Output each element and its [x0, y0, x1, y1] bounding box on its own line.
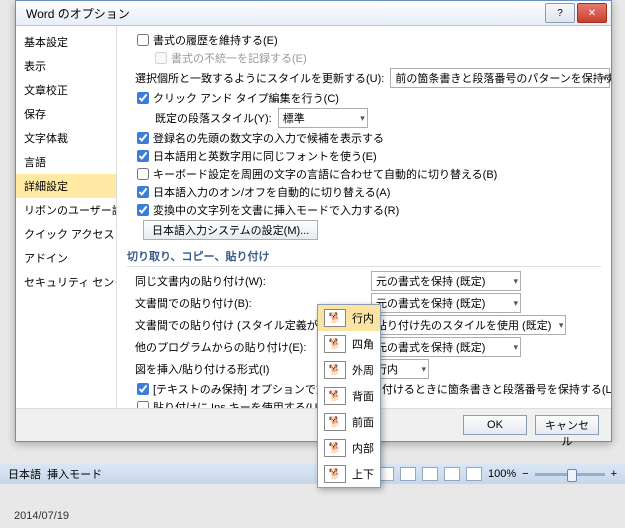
view-icon-2[interactable]: [400, 467, 416, 481]
sidebar-item-qat[interactable]: クイック アクセス ツール バー: [16, 222, 116, 246]
status-mode[interactable]: 挿入モード: [47, 466, 102, 482]
cancel-button[interactable]: キャンセル: [535, 415, 599, 435]
help-button[interactable]: ?: [545, 3, 575, 23]
wrap-icon-square: 🐕: [324, 335, 346, 353]
sidebar-item-typography[interactable]: 文字体裁: [16, 126, 116, 150]
sidebar-item-proofing[interactable]: 文章校正: [16, 78, 116, 102]
wrap-option-behind[interactable]: 🐕背面: [318, 383, 380, 409]
sidebar-item-language[interactable]: 言語: [16, 150, 116, 174]
sel-same-doc[interactable]: 元の書式を保持 (既定): [371, 271, 521, 291]
chk-same-font[interactable]: [137, 150, 149, 162]
wrap-option-tight[interactable]: 🐕外周: [318, 357, 380, 383]
chk-ime-insert[interactable]: [137, 204, 149, 216]
section-paste-title: 切り取り、コピー、貼り付け: [127, 248, 601, 267]
lbl-ins-key: 貼り付けに Ins キーを使用する(U): [153, 399, 321, 408]
chk-keep-history[interactable]: [137, 34, 149, 46]
sidebar-item-trust[interactable]: セキュリティ センター: [16, 270, 116, 294]
wrap-option-front[interactable]: 🐕前面: [318, 409, 380, 435]
view-icon-3[interactable]: [422, 467, 438, 481]
lbl-click-type: クリック アンド タイプ編集を行う(C): [153, 90, 339, 106]
ok-button[interactable]: OK: [463, 415, 527, 435]
titlebar: Word のオプション ? ✕: [16, 1, 611, 26]
wrap-icon-tight: 🐕: [324, 361, 346, 379]
options-dialog: Word のオプション ? ✕ 基本設定 表示 文章校正 保存 文字体裁 言語 …: [15, 0, 612, 442]
wrap-icon-inline: 🐕: [324, 309, 346, 327]
sel-other-prog[interactable]: 元の書式を保持 (既定): [371, 337, 521, 357]
wrap-icon-topbottom: 🐕: [324, 465, 346, 483]
chk-candidates[interactable]: [137, 132, 149, 144]
chk-auto-kb[interactable]: [137, 168, 149, 180]
date-stamp: 2014/07/19: [14, 510, 69, 522]
wrap-icon-front: 🐕: [324, 413, 346, 431]
wrap-option-square[interactable]: 🐕四角: [318, 331, 380, 357]
wrap-icon-behind: 🐕: [324, 387, 346, 405]
zoom-in[interactable]: +: [611, 468, 617, 480]
lbl-auto-kb: キーボード設定を周囲の文字の言語に合わせて自動的に切り替える(B): [153, 166, 497, 182]
zoom-out[interactable]: −: [522, 468, 528, 480]
lbl-candidates: 登録名の先頭の数文字の入力で候補を表示する: [153, 130, 384, 146]
lbl-same-doc: 同じ文書内の貼り付け(W):: [135, 273, 365, 289]
view-icon-5[interactable]: [466, 467, 482, 481]
chk-click-type[interactable]: [137, 92, 149, 104]
zoom-level[interactable]: 100%: [488, 468, 516, 480]
close-button[interactable]: ✕: [577, 3, 607, 23]
wrap-option-through[interactable]: 🐕内部: [318, 435, 380, 461]
lbl-record-inconsist: 書式の不統一を記録する(E): [171, 50, 307, 66]
wrap-option-topbottom[interactable]: 🐕上下: [318, 461, 380, 487]
sidebar-item-basic[interactable]: 基本設定: [16, 30, 116, 54]
window-title: Word のオプション: [20, 5, 545, 22]
sel-default-style[interactable]: 標準: [278, 108, 368, 128]
sel-between-docs[interactable]: 元の書式を保持 (既定): [371, 293, 521, 313]
view-icon-4[interactable]: [444, 467, 460, 481]
chk-ins-key[interactable]: [137, 401, 149, 408]
lbl-same-font: 日本語用と英数字用に同じフォントを使う(E): [153, 148, 377, 164]
wrap-icon-through: 🐕: [324, 439, 346, 457]
lbl-keep-history: 書式の履歴を維持する(E): [153, 32, 278, 48]
sel-between-styles[interactable]: 貼り付け先のスタイルを使用 (既定): [371, 315, 566, 335]
chk-record-inconsist: [155, 52, 167, 64]
status-lang[interactable]: 日本語: [8, 466, 41, 482]
sidebar-item-advanced[interactable]: 詳細設定: [16, 174, 116, 198]
lbl-text-only: [テキストのみ保持] オプションで文字列を貼り付けるときに箇条書きと段落番号を保…: [153, 381, 611, 397]
lbl-ime-auto: 日本語入力のオン/オフを自動的に切り替える(A): [153, 184, 390, 200]
sidebar-item-save[interactable]: 保存: [16, 102, 116, 126]
sel-update-style[interactable]: 前の箇条書きと段落番号のパターンを保持する: [390, 68, 610, 88]
dialog-footer: OK キャンセル: [16, 408, 611, 441]
wrap-style-dropdown: 🐕行内 🐕四角 🐕外周 🐕背面 🐕前面 🐕内部 🐕上下: [317, 304, 381, 488]
chk-text-only[interactable]: [137, 383, 149, 395]
wrap-option-inline[interactable]: 🐕行内: [318, 305, 380, 331]
lbl-ime-insert: 変換中の文字列を文書に挿入モードで入力する(R): [153, 202, 399, 218]
btn-ime-settings[interactable]: 日本語入力システムの設定(M)...: [143, 220, 318, 240]
sidebar-item-display[interactable]: 表示: [16, 54, 116, 78]
lbl-default-style: 既定の段落スタイル(Y):: [155, 110, 272, 126]
lbl-update-style: 選択個所と一致するようにスタイルを更新する(U):: [135, 70, 384, 86]
chk-ime-auto[interactable]: [137, 186, 149, 198]
category-sidebar: 基本設定 表示 文章校正 保存 文字体裁 言語 詳細設定 リボンのユーザー設定 …: [16, 26, 117, 408]
zoom-slider[interactable]: [535, 473, 605, 476]
sidebar-item-addins[interactable]: アドイン: [16, 246, 116, 270]
sidebar-item-ribbon[interactable]: リボンのユーザー設定: [16, 198, 116, 222]
